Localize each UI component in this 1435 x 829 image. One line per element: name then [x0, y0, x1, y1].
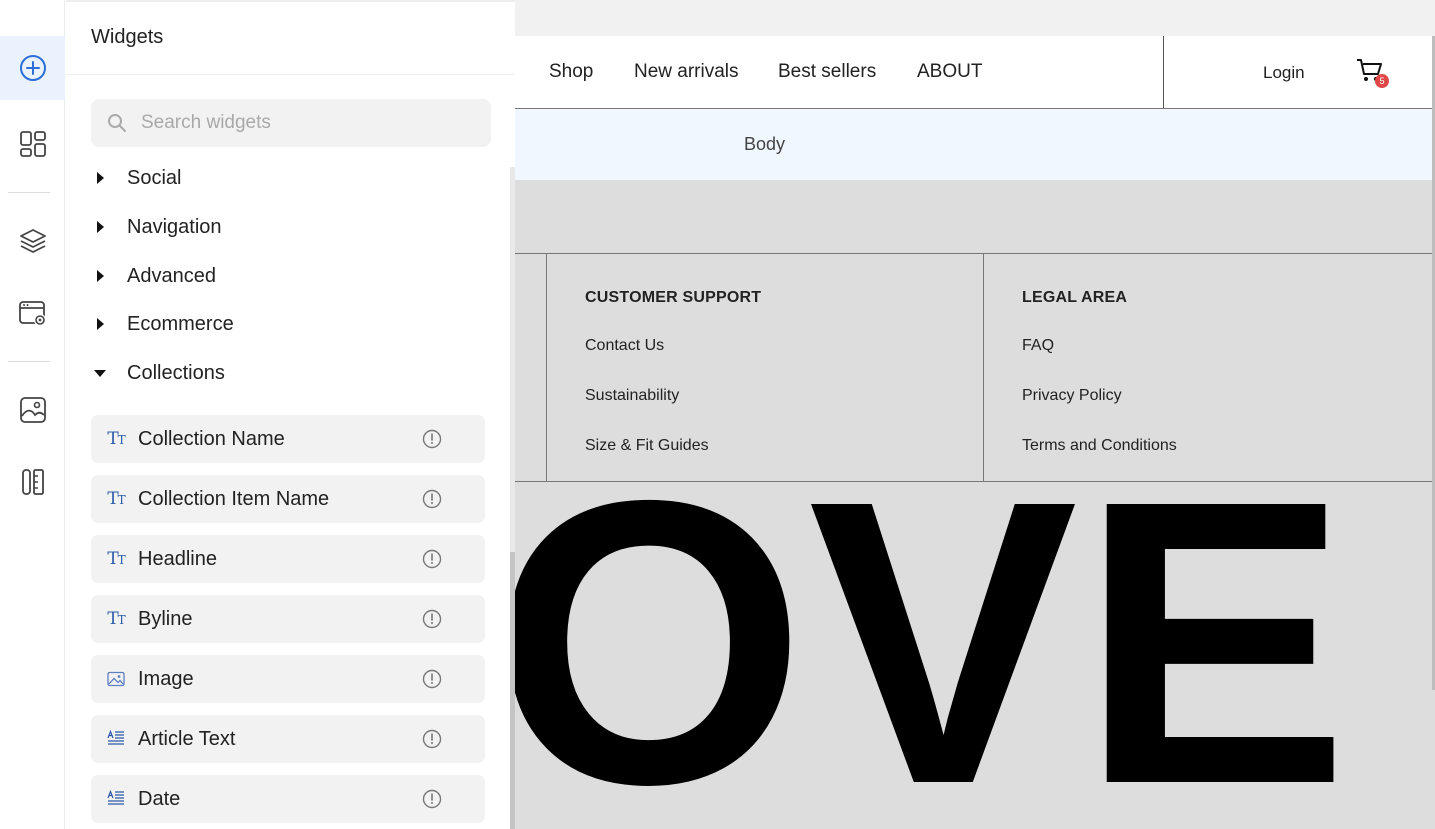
info-icon[interactable]: [421, 788, 443, 810]
image-icon: [106, 671, 126, 687]
footer-link-sustainability[interactable]: Sustainability: [585, 387, 679, 405]
footer-top-border: [515, 253, 1435, 254]
search-widgets-input[interactable]: Search widgets: [91, 99, 491, 147]
text-type-icon: TT: [107, 489, 125, 509]
nav-new-arrivals[interactable]: New arrivals: [634, 61, 739, 83]
info-icon[interactable]: [421, 608, 443, 630]
media-button[interactable]: [0, 378, 65, 442]
cart-count-badge: 5: [1375, 74, 1389, 88]
widget-label: Collection Item Name: [138, 487, 330, 510]
widget-label: Article Text: [138, 727, 236, 750]
widget-label: Image: [138, 667, 194, 690]
widget-date[interactable]: Date: [91, 775, 485, 823]
widget-label: Collection Name: [138, 427, 285, 450]
caret-right-icon: [91, 218, 109, 236]
widget-label: Date: [138, 787, 181, 810]
footer-link-contact-us[interactable]: Contact Us: [585, 337, 664, 355]
header-divider: [1163, 36, 1164, 108]
text-type-icon: TT: [107, 609, 125, 629]
widgets-button[interactable]: [0, 112, 65, 176]
design-button[interactable]: [0, 450, 65, 514]
rail-divider: [8, 361, 50, 362]
text-type-icon: TT: [107, 429, 125, 449]
nav-about[interactable]: ABOUT: [917, 61, 982, 83]
nav-best-sellers[interactable]: Best sellers: [778, 61, 876, 83]
caret-right-icon: [91, 267, 109, 285]
left-rail: [0, 0, 65, 829]
site-canvas: Shop New arrivals Best sellers ABOUT Log…: [515, 0, 1435, 829]
panel-title: Widgets: [91, 26, 164, 48]
text-type-icon: TT: [107, 549, 125, 569]
widget-headline[interactable]: TT Headline: [91, 535, 485, 583]
category-label: Social: [127, 166, 182, 189]
widgets-grid-icon: [19, 131, 46, 157]
hero-big-text: OVE: [515, 416, 1352, 829]
media-icon: [19, 397, 46, 423]
cart-button[interactable]: 5: [1355, 56, 1391, 90]
site-settings-button[interactable]: [0, 281, 65, 345]
site-header: Shop New arrivals Best sellers ABOUT Log…: [515, 36, 1435, 109]
add-elements-button[interactable]: [0, 36, 65, 100]
info-icon[interactable]: [421, 488, 443, 510]
login-link[interactable]: Login: [1263, 63, 1305, 83]
canvas-top-strip: [515, 0, 1435, 36]
search-icon: [108, 114, 126, 132]
caret-down-icon: [91, 364, 109, 382]
category-collections[interactable]: Collections: [91, 358, 225, 388]
category-advanced[interactable]: Advanced: [91, 261, 216, 291]
caret-right-icon: [91, 315, 109, 333]
legal-area-heading: LEGAL AREA: [1022, 289, 1128, 306]
layers-button[interactable]: [0, 209, 65, 273]
info-icon[interactable]: [421, 668, 443, 690]
category-label: Navigation: [127, 215, 222, 238]
widget-article-text[interactable]: Article Text: [91, 715, 485, 763]
info-icon[interactable]: [421, 728, 443, 750]
info-icon[interactable]: [421, 428, 443, 450]
footer-link-faq[interactable]: FAQ: [1022, 337, 1054, 355]
body-section-bar[interactable]: Body: [515, 109, 1435, 180]
paragraph-icon: [106, 730, 126, 748]
category-navigation[interactable]: Navigation: [91, 212, 222, 242]
add-icon: [19, 55, 46, 81]
widgets-panel: Widgets Search widgets Social Navigation: [66, 0, 515, 829]
category-label: Ecommerce: [127, 312, 234, 335]
customer-support-heading: CUSTOMER SUPPORT: [585, 289, 762, 306]
category-social[interactable]: Social: [91, 163, 181, 193]
category-label: Collections: [127, 361, 225, 384]
paragraph-icon: [106, 790, 126, 808]
rail-divider: [8, 192, 50, 193]
widget-byline[interactable]: TT Byline: [91, 595, 485, 643]
widget-image[interactable]: Image: [91, 655, 485, 703]
panel-header-divider: [66, 74, 515, 75]
widget-label: Byline: [138, 607, 193, 630]
site-settings-icon: [18, 301, 46, 326]
widget-collection-name[interactable]: TT Collection Name: [91, 415, 485, 463]
caret-right-icon: [91, 169, 109, 187]
widget-collection-item-name[interactable]: TT Collection Item Name: [91, 475, 485, 523]
nav-shop[interactable]: Shop: [549, 61, 593, 83]
category-label: Advanced: [127, 264, 216, 287]
section-label: Body: [744, 134, 786, 154]
design-icon: [21, 469, 44, 495]
category-ecommerce[interactable]: Ecommerce: [91, 309, 234, 339]
widget-label: Headline: [138, 547, 217, 570]
footer-link-privacy[interactable]: Privacy Policy: [1022, 387, 1122, 405]
layers-icon: [19, 229, 46, 253]
search-placeholder: Search widgets: [141, 112, 271, 133]
info-icon[interactable]: [421, 548, 443, 570]
